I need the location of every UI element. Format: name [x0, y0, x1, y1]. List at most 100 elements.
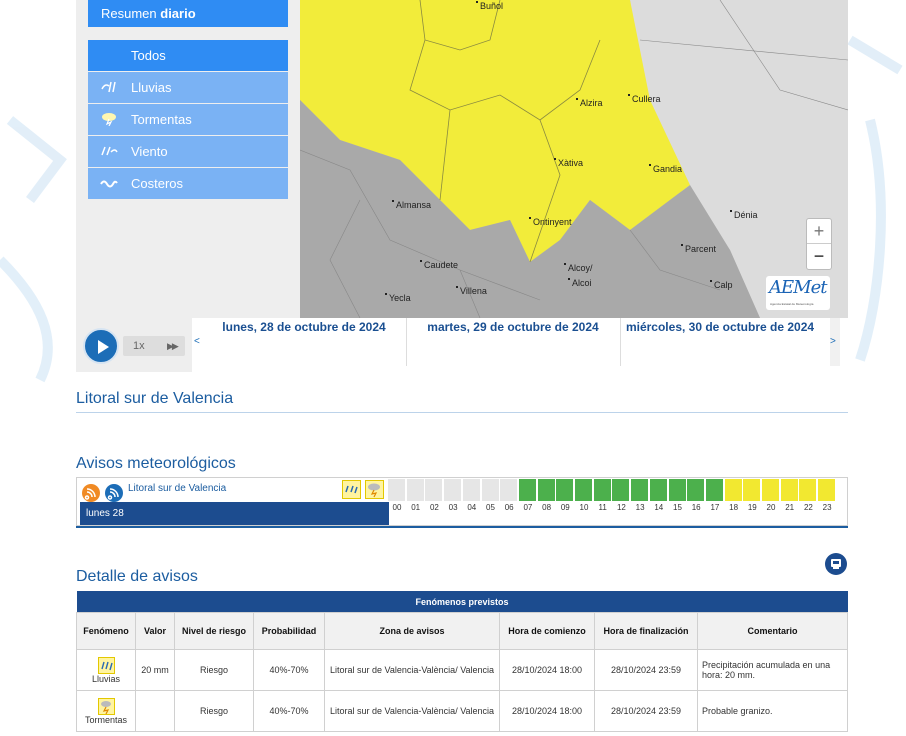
col-header: Valor: [135, 612, 175, 650]
region-title: Litoral sur de Valencia: [76, 390, 234, 407]
city-label: Almansa: [392, 200, 431, 210]
col-header: Probabilidad: [253, 612, 325, 650]
hour-level-cell: [780, 479, 799, 501]
hour-label: 14: [654, 503, 664, 512]
table-row: Lluvias 20 mm Riesgo 40%-70% Litoral sur…: [76, 649, 848, 691]
zoom-control: + −: [806, 218, 832, 270]
menu-item-label: Viento: [131, 144, 168, 159]
warnings-table: Fenómenos previstos Fenómeno Valor Nivel…: [76, 591, 848, 732]
hour-level-cell: [444, 479, 463, 501]
print-icon[interactable]: [825, 553, 847, 575]
city-label: Calp: [710, 280, 733, 290]
city-label: Alcoi: [568, 278, 592, 288]
divider: [76, 412, 848, 413]
next-day-button[interactable]: >: [830, 336, 836, 347]
hour-level-cell: [518, 479, 537, 501]
city-label: Caudete: [420, 260, 458, 270]
hour-label: 04: [467, 503, 477, 512]
menu-item-label: Tormentas: [131, 112, 192, 127]
risk-cell: Riesgo: [174, 649, 254, 691]
hour-level-cell: [500, 479, 519, 501]
hour-level-cell: [556, 479, 575, 501]
value-cell: [135, 690, 175, 732]
hour-level-cell: [649, 479, 668, 501]
menu-item-lluvias[interactable]: Lluvias: [88, 72, 288, 103]
hour-label: 13: [635, 503, 645, 512]
location-link[interactable]: Litoral sur de Valencia: [128, 483, 226, 494]
hour-level-cell: [668, 479, 687, 501]
zoom-in-button[interactable]: +: [807, 219, 831, 243]
col-header: Zona de avisos: [324, 612, 500, 650]
phenomenon-name: Lluvias: [91, 673, 120, 684]
menu-item-todos[interactable]: Todos: [88, 40, 288, 71]
col-header: Hora de comienzo: [499, 612, 595, 650]
wind-icon: [101, 146, 118, 156]
value-cell: 20 mm: [135, 649, 175, 691]
city-label: Xàtiva: [554, 158, 583, 168]
daily-summary-button[interactable]: Resumen diario: [88, 0, 288, 27]
hour-level-cell: [743, 479, 762, 501]
hour-label: 19: [747, 503, 757, 512]
col-header: Hora de finalización: [594, 612, 698, 650]
city-label: Yecla: [385, 293, 411, 303]
menu-item-costeros[interactable]: Costeros: [88, 168, 288, 199]
day-tab[interactable]: miércoles, 30 de octubre de 2024: [620, 318, 820, 366]
day-tab[interactable]: lunes, 28 de octubre de 2024: [202, 318, 407, 366]
hour-level-cell: [388, 479, 406, 501]
rss-icon[interactable]: [82, 484, 100, 502]
comment-cell: Precipitación acumulada en una hora: 20 …: [697, 649, 848, 691]
warnings-map[interactable]: Buñol Alzira Cullera Xàtiva Gandia Alman…: [300, 0, 848, 318]
col-header: Comentario: [697, 612, 848, 650]
risk-cell: Riesgo: [174, 690, 254, 732]
hour-level-cell: [425, 479, 444, 501]
day-bar: lunes 28: [80, 502, 389, 525]
hour-level-cell: [705, 479, 724, 501]
menu-item-label: Costeros: [131, 176, 184, 191]
menu-item-tormentas[interactable]: Tormentas: [88, 104, 288, 135]
hour-level-cell: [612, 479, 631, 501]
rain-icon: [101, 81, 116, 93]
hour-level-cell: [462, 479, 481, 501]
hour-label: 06: [504, 503, 514, 512]
prev-day-button[interactable]: <: [194, 336, 200, 347]
hour-label: 01: [411, 503, 421, 512]
city-label: Villena: [456, 286, 487, 296]
storm-icon: [97, 697, 115, 715]
city-label: Alcoy/: [564, 263, 593, 273]
table-title: Fenómenos previstos: [76, 591, 848, 613]
hour-label: 00: [392, 503, 402, 512]
blue-divider: [76, 526, 848, 528]
hour-label: 03: [448, 503, 458, 512]
start-cell: 28/10/2024 18:00: [499, 649, 595, 691]
menu-item-label: Todos: [131, 48, 166, 63]
start-cell: 28/10/2024 18:00: [499, 690, 595, 732]
speed-control[interactable]: 1x ▶▶: [123, 336, 185, 356]
city-label: Gandia: [649, 164, 682, 174]
comment-cell: Probable granizo.: [697, 690, 848, 732]
play-button[interactable]: [83, 328, 119, 364]
probability-cell: 40%-70%: [253, 690, 325, 732]
hour-label: 12: [616, 503, 626, 512]
hour-level-cell: [687, 479, 706, 501]
coastal-icon: [100, 180, 118, 188]
menu-item-label: Lluvias: [131, 80, 172, 95]
fast-forward-icon[interactable]: ▶▶: [167, 336, 179, 356]
feed-icon[interactable]: [105, 484, 123, 502]
end-cell: 28/10/2024 23:59: [594, 649, 698, 691]
city-label: Alzira: [576, 98, 603, 108]
hour-label: 02: [429, 503, 439, 512]
detail-title: Detalle de avisos: [76, 568, 198, 585]
zone-cell: Litoral sur de Valencia-València/ Valenc…: [324, 649, 500, 691]
city-label: Buñol: [476, 1, 503, 11]
day-tab[interactable]: martes, 29 de octubre de 2024: [406, 318, 621, 366]
rain-icon: [342, 480, 361, 499]
col-header: Nivel de riesgo: [174, 612, 254, 650]
zoom-out-button[interactable]: −: [807, 243, 831, 268]
hour-label: 10: [579, 503, 589, 512]
menu-item-viento[interactable]: Viento: [88, 136, 288, 167]
hour-level-cell: [593, 479, 612, 501]
hour-label: 18: [729, 503, 739, 512]
hour-label: 05: [486, 503, 495, 512]
hour-label: 09: [560, 503, 570, 512]
phenomena-menu: Todos Lluvias Tormentas Viento Costeros: [88, 40, 288, 200]
